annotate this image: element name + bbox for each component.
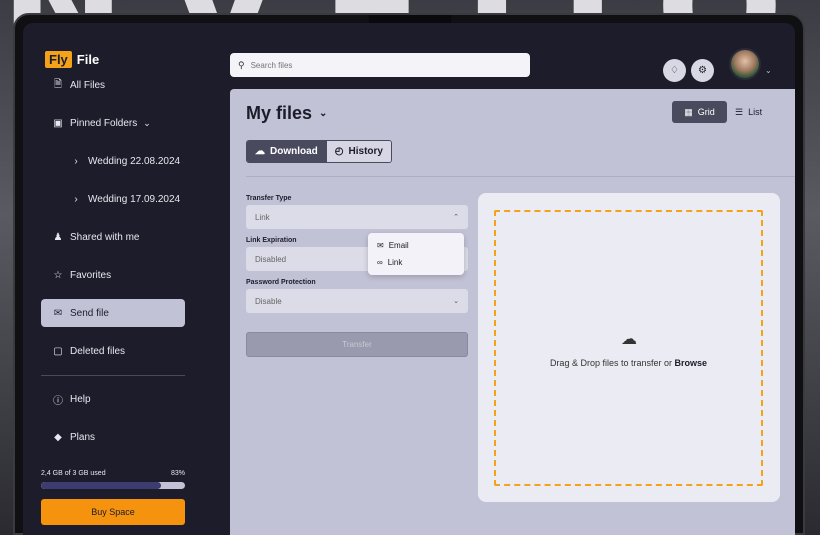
password-protection-label: Password Protection [246, 279, 316, 286]
sidebar-item-label: Help [70, 393, 91, 405]
tab-label: History [348, 146, 383, 157]
chevron-down-icon[interactable]: ⌄ [765, 66, 772, 75]
storage-used-text: 2,4 GB of 3 GB used [41, 470, 106, 477]
app-screen: Fly File 🗎 All Files ▣ Pinned Folders ⌄ … [23, 23, 795, 535]
search-icon: ⚲ [238, 59, 245, 70]
main-panel: My files ⌄ ▦ Grid ☰ List ☁ Download ◴ Hi… [230, 89, 795, 535]
file-icon: 🗎 [53, 78, 63, 90]
sidebar-item-label: Plans [70, 431, 96, 443]
sidebar-item-label: Favorites [70, 269, 112, 281]
sidebar-item-pinned-folders[interactable]: ▣ Pinned Folders ⌄ [41, 109, 185, 137]
transfer-type-label: Transfer Type [246, 195, 292, 202]
sidebar-item-label: Shared with me [70, 231, 140, 243]
chevron-down-icon: ⌄ [319, 108, 328, 119]
chevron-up-icon: ⌃ [453, 214, 459, 221]
users-icon: ♟ [53, 231, 63, 243]
sidebar-item-label: Wedding 17.09.2024 [88, 193, 181, 205]
storage-info: 2,4 GB of 3 GB used 83% [41, 470, 185, 477]
settings-button[interactable]: ⚙ [691, 59, 714, 82]
drop-zone[interactable]: ☁ Drag & Drop files to transfer or Brows… [494, 210, 763, 486]
sidebar-item-label: Wedding 22.08.2024 [88, 155, 181, 167]
help-icon: ⓘ [53, 395, 63, 407]
tab-bar: ☁ Download ◴ History [246, 140, 392, 163]
link-expiration-label: Link Expiration [246, 237, 297, 244]
transfer-type-dropdown: ✉ Email ∞ Link [368, 233, 464, 275]
tab-label: Download [270, 146, 318, 157]
view-grid-button[interactable]: ▦ Grid [672, 101, 727, 123]
sidebar-item-help[interactable]: ⓘ Help [41, 385, 185, 413]
send-icon: ✉ [53, 307, 63, 319]
buy-space-button[interactable]: Buy Space [41, 499, 185, 525]
view-list-button[interactable]: ☰ List [735, 101, 762, 123]
storage-progress-fill [41, 482, 161, 489]
view-list-label: List [748, 107, 763, 117]
dropdown-option-label: Link [387, 258, 403, 267]
dropdown-option-link[interactable]: ∞ Link [368, 254, 464, 271]
sidebar-item-send-file[interactable]: ✉ Send file [41, 299, 185, 327]
sidebar-item-deleted[interactable]: ▢ Deleted files [41, 337, 185, 365]
drop-or: or [664, 358, 673, 368]
sidebar-divider [41, 375, 185, 376]
diamond-icon: ◆ [54, 431, 62, 443]
page-title-text: My files [246, 103, 313, 123]
page-title[interactable]: My files ⌄ [246, 103, 327, 124]
sidebar-item-label: Send file [70, 307, 109, 319]
history-icon: ◴ [334, 146, 344, 157]
avatar[interactable] [729, 48, 761, 80]
storage-progress-bar [41, 482, 185, 489]
link-icon: ∞ [377, 258, 383, 267]
transfer-type-select[interactable]: Link ⌃ [246, 205, 468, 229]
notifications-button[interactable]: ♢ [663, 59, 686, 82]
sidebar-item-favorites[interactable]: ☆ Favorites [41, 261, 185, 289]
bell-icon: ♢ [670, 65, 679, 76]
folder-icon: ▣ [53, 117, 63, 129]
star-icon: ☆ [53, 269, 63, 281]
chevron-right-icon: › [74, 155, 78, 167]
link-expiration-value: Disabled [255, 254, 287, 264]
sidebar-item-wedding-22-08[interactable]: › Wedding 22.08.2024 [41, 147, 185, 175]
main-divider [246, 176, 795, 177]
sidebar-item-label: All Files [70, 79, 106, 91]
logo-file: File [76, 52, 100, 67]
list-icon: ☰ [735, 106, 744, 117]
logo-fly: Fly [45, 51, 72, 68]
search-bar[interactable]: ⚲ [230, 53, 530, 77]
sidebar: Fly File 🗎 All Files ▣ Pinned Folders ⌄ … [23, 23, 225, 535]
upload-card: ☁ Drag & Drop files to transfer or Brows… [478, 193, 780, 502]
grid-icon: ▦ [684, 106, 693, 117]
transfer-button[interactable]: Transfer [246, 332, 468, 357]
dropdown-option-label: Email [388, 241, 409, 250]
storage-percent: 83% [170, 470, 185, 477]
sidebar-item-wedding-17-09[interactable]: › Wedding 17.09.2024 [41, 185, 185, 213]
gear-icon: ⚙ [698, 65, 707, 76]
trash-icon: ▢ [53, 345, 63, 357]
password-protection-value: Disable [255, 296, 282, 306]
drop-text: Drag & Drop files to transfer [549, 358, 662, 368]
logo[interactable]: Fly File [45, 51, 99, 68]
transfer-type-value: Link [255, 212, 270, 222]
search-input[interactable] [250, 60, 511, 70]
cloud-download-icon: ☁ [255, 146, 265, 157]
chevron-down-icon: ⌄ [143, 117, 151, 128]
sidebar-item-label: Deleted files [70, 345, 126, 357]
sidebar-item-shared[interactable]: ♟ Shared with me [41, 223, 185, 251]
cloud-upload-icon: ☁ [621, 331, 637, 348]
sidebar-item-plans[interactable]: ◆ Plans [41, 423, 185, 451]
mail-icon: ✉ [377, 241, 384, 250]
password-protection-select[interactable]: Disable ⌄ [246, 289, 468, 313]
chevron-right-icon: › [74, 193, 78, 205]
tab-history[interactable]: ◴ History [325, 141, 391, 162]
sidebar-item-all-files[interactable]: 🗎 All Files [41, 71, 185, 99]
dropdown-option-email[interactable]: ✉ Email [368, 237, 464, 254]
sidebar-item-label: Pinned Folders [70, 117, 138, 129]
browse-link[interactable]: Browse [675, 358, 708, 368]
chevron-down-icon: ⌄ [453, 298, 459, 305]
drop-instructions: Drag & Drop files to transfer or Browse [496, 358, 761, 368]
tab-download[interactable]: ☁ Download [247, 141, 326, 162]
laptop-frame: Fly File 🗎 All Files ▣ Pinned Folders ⌄ … [13, 13, 805, 535]
view-grid-label: Grid [697, 107, 715, 117]
